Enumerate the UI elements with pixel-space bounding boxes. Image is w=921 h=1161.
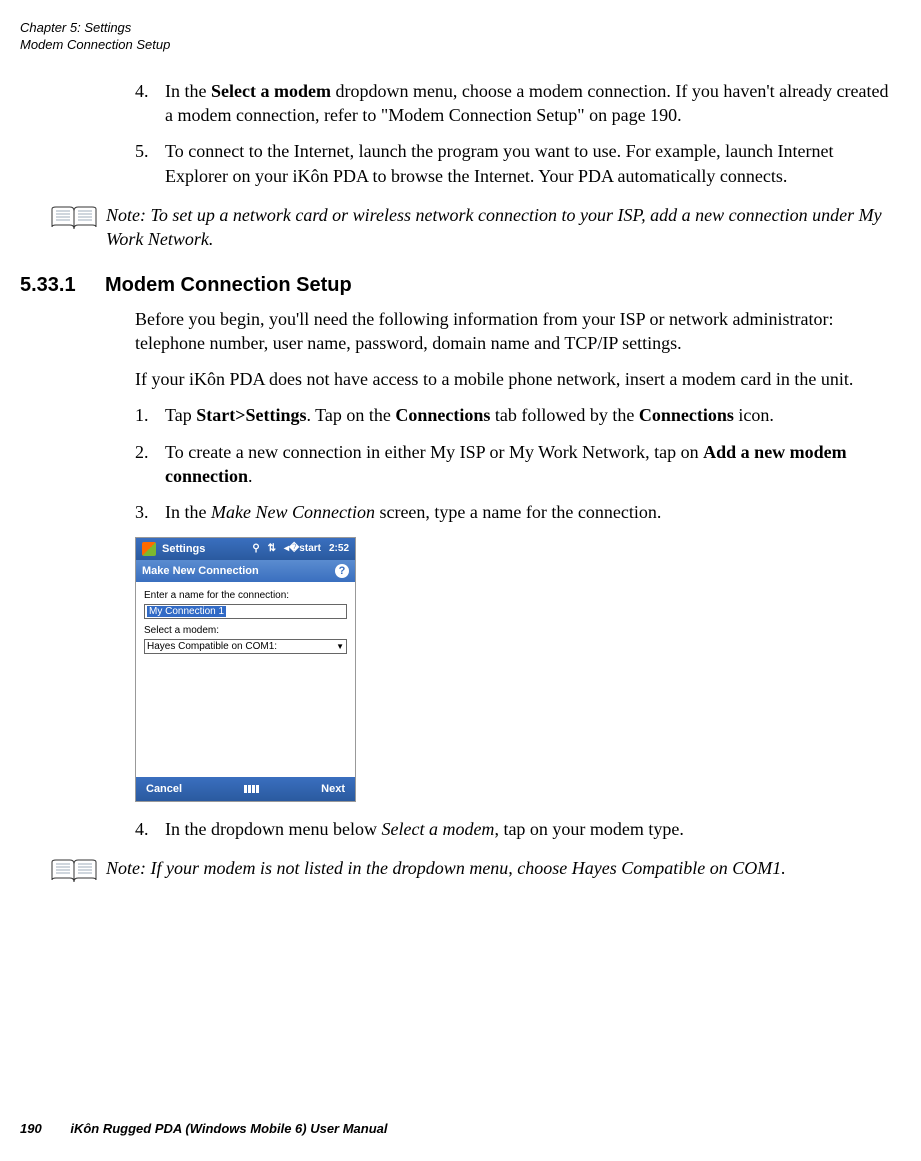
connection-icon: ⇅: [268, 543, 276, 554]
step-text: In the Select a modem dropdown menu, cho…: [165, 79, 891, 128]
ss-cancel-button: Cancel: [146, 783, 182, 795]
speaker-icon: ◂�start: [284, 543, 321, 554]
step-number: 4.: [135, 817, 165, 841]
substep-2: 2. To create a new connection in either …: [135, 440, 891, 489]
ss-subtitle-bar: Make New Connection ?: [136, 560, 355, 582]
chapter-label: Chapter 5: Settings: [20, 20, 891, 37]
ss-titlebar: Settings ⚲ ⇅ ◂�start 2:52: [136, 538, 355, 560]
note-text: Note: To set up a network card or wirele…: [106, 203, 891, 252]
book-icon: [50, 858, 98, 891]
ss-status-icons: ⚲ ⇅ ◂�start 2:52: [252, 543, 349, 554]
section-label: Modem Connection Setup: [20, 37, 891, 54]
ss-label-modem: Select a modem:: [144, 625, 347, 636]
section-title: Modem Connection Setup: [105, 274, 352, 297]
start-flag-icon: [142, 542, 156, 556]
step-number: 3.: [135, 500, 165, 524]
ss-footer-bar: Cancel Next: [136, 777, 355, 801]
ss-connection-name-input: My Connection 1: [144, 604, 347, 619]
step-text: In the Make New Connection screen, type …: [165, 500, 891, 524]
step-text: In the dropdown menu below Select a mode…: [165, 817, 891, 841]
ss-modem-dropdown: Hayes Compatible on COM1: ▼: [144, 639, 347, 654]
step-4: 4. In the Select a modem dropdown menu, …: [135, 79, 891, 128]
step-5: 5. To connect to the Internet, launch th…: [135, 139, 891, 188]
step-text: To connect to the Internet, launch the p…: [165, 139, 891, 188]
step-text: Tap Start>Settings. Tap on the Connectio…: [165, 403, 891, 427]
ss-title: Settings: [162, 543, 252, 555]
book-icon: [50, 205, 98, 238]
ss-input-value: My Connection 1: [147, 606, 226, 617]
embedded-screenshot: Settings ⚲ ⇅ ◂�start 2:52 Make New Conne…: [135, 537, 356, 802]
ss-label-name: Enter a name for the connection:: [144, 590, 347, 601]
page-footer: 190 iKôn Rugged PDA (Windows Mobile 6) U…: [20, 1121, 388, 1136]
note-block-2: Note: If your modem is not listed in the…: [50, 856, 891, 891]
section-heading: 5.33.1 Modem Connection Setup: [20, 274, 891, 297]
substep-4: 4. In the dropdown menu below Select a m…: [135, 817, 891, 841]
clock-time: 2:52: [329, 543, 349, 554]
section-number: 5.33.1: [20, 274, 105, 297]
signal-icon: ⚲: [252, 543, 259, 554]
keyboard-icon: [244, 785, 259, 793]
step-number: 2.: [135, 440, 165, 489]
document-title: iKôn Rugged PDA (Windows Mobile 6) User …: [70, 1121, 387, 1136]
substep-1: 1. Tap Start>Settings. Tap on the Connec…: [135, 403, 891, 427]
step-number: 4.: [135, 79, 165, 128]
step-text: To create a new connection in either My …: [165, 440, 891, 489]
content-top: 4. In the Select a modem dropdown menu, …: [135, 79, 891, 188]
ss-dropdown-value: Hayes Compatible on COM1:: [147, 641, 277, 652]
paragraph-1: Before you begin, you'll need the follow…: [135, 307, 891, 356]
note-block-1: Note: To set up a network card or wirele…: [50, 203, 891, 252]
content-section: Before you begin, you'll need the follow…: [135, 307, 891, 841]
help-icon: ?: [335, 564, 349, 578]
page-header: Chapter 5: Settings Modem Connection Set…: [20, 20, 891, 54]
step-number: 1.: [135, 403, 165, 427]
substep-3: 3. In the Make New Connection screen, ty…: [135, 500, 891, 524]
step-number: 5.: [135, 139, 165, 188]
chevron-down-icon: ▼: [336, 642, 344, 651]
page-number: 190: [20, 1121, 42, 1136]
note-text: Note: If your modem is not listed in the…: [106, 856, 891, 880]
ss-next-button: Next: [321, 783, 345, 795]
ss-subtitle-text: Make New Connection: [142, 565, 259, 577]
ss-body: Enter a name for the connection: My Conn…: [136, 582, 355, 777]
paragraph-2: If your iKôn PDA does not have access to…: [135, 367, 891, 391]
